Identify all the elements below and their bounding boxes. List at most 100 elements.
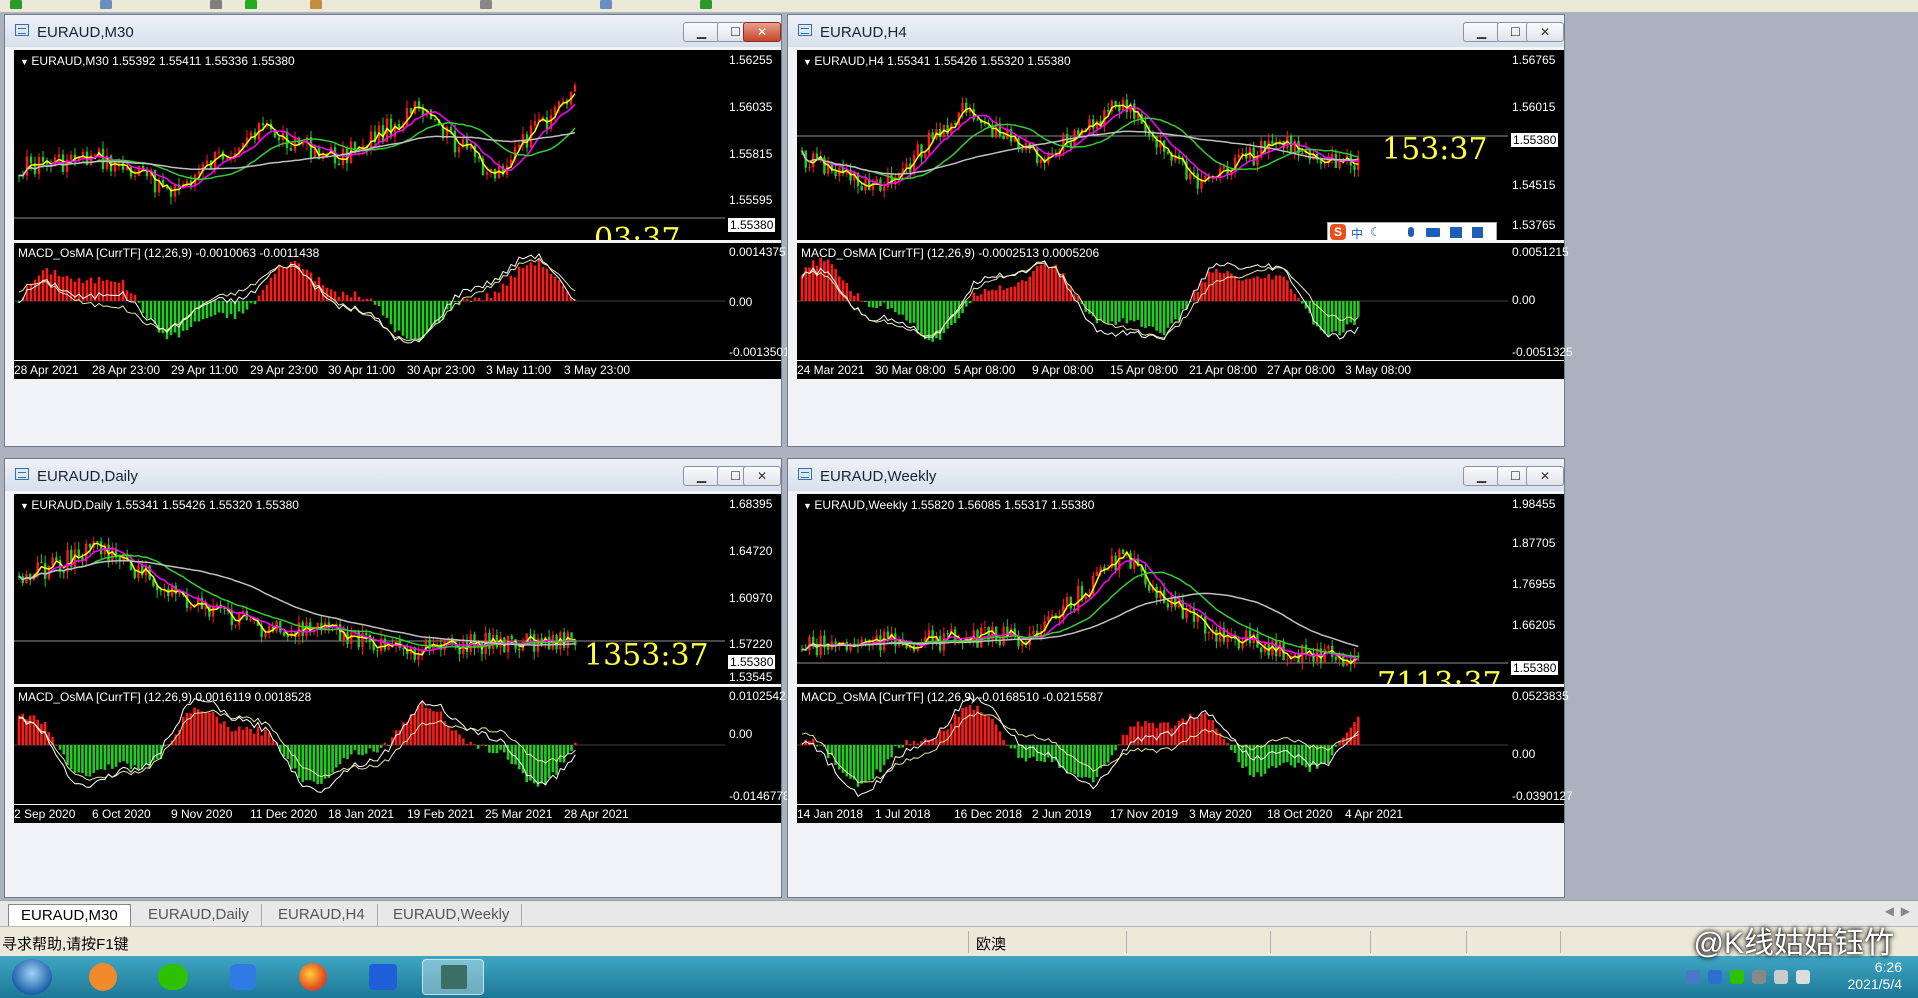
candle-body bbox=[826, 647, 830, 650]
macd-bar bbox=[1147, 722, 1151, 745]
minimize-button[interactable]: ▁ bbox=[1463, 22, 1500, 42]
close-button[interactable]: ✕ bbox=[743, 22, 781, 42]
start-button[interactable] bbox=[12, 959, 52, 995]
tray-signal-icon[interactable] bbox=[1796, 970, 1810, 984]
tray-wechat-icon[interactable] bbox=[1730, 970, 1744, 984]
price-chart[interactable]: EURAUD,Weekly 1.55820 1.56085 1.55317 1.… bbox=[797, 494, 1508, 684]
macd-bar bbox=[447, 726, 450, 745]
tab-euraud-weekly[interactable]: EURAUD,Weekly bbox=[381, 904, 523, 926]
close-button[interactable]: ✕ bbox=[743, 466, 781, 486]
macd-bar bbox=[998, 731, 1002, 745]
window-title-bar[interactable]: EURAUD,M30 ▁ ☐ ✕ bbox=[5, 15, 781, 47]
tray-shield-icon[interactable] bbox=[1708, 970, 1722, 984]
macd-bar bbox=[177, 301, 181, 338]
new-order-icon[interactable] bbox=[10, 0, 22, 9]
macd-bar bbox=[849, 290, 852, 301]
macd-bar bbox=[912, 301, 916, 323]
macd-bar bbox=[1319, 301, 1323, 331]
macd-bar bbox=[867, 745, 871, 781]
period-icon[interactable] bbox=[700, 0, 712, 9]
ime-moon-icon[interactable]: ☾ bbox=[1370, 225, 1381, 239]
ime-skin-icon[interactable] bbox=[1450, 227, 1462, 238]
ime-mic-icon[interactable] bbox=[1408, 227, 1414, 237]
chart-window-weekly[interactable]: EURAUD,Weekly ▁ ☐ ✕ EURAUD,Weekly 1.5582… bbox=[787, 458, 1573, 898]
line-icon[interactable] bbox=[600, 0, 612, 9]
taskbar-app-1[interactable] bbox=[72, 959, 134, 995]
macd-bar bbox=[200, 711, 204, 745]
macd-bar bbox=[346, 745, 349, 760]
macd-bar bbox=[540, 745, 543, 784]
macd-bar bbox=[1334, 745, 1338, 747]
add-icon[interactable] bbox=[245, 0, 257, 9]
macd-bar bbox=[219, 723, 222, 745]
macd-bar bbox=[536, 745, 540, 787]
tab-scroll-left-icon[interactable]: ◀ bbox=[1885, 904, 1894, 918]
minimize-button[interactable]: ▁ bbox=[683, 466, 720, 486]
chart-window-m30[interactable]: EURAUD,M30 ▁ ☐ ✕ EURAUD,M30 1.55392 1.55… bbox=[4, 14, 790, 447]
macd-chart[interactable]: MACD_OsMA [CurrTF] (12,26,9) -0.0002513 … bbox=[797, 243, 1508, 360]
macd-bar bbox=[987, 716, 990, 745]
candle-body bbox=[1084, 596, 1087, 599]
macd-bar bbox=[421, 301, 425, 338]
macd-chart[interactable]: MACD_OsMA [CurrTF] (12,26,9) -0.0168510 … bbox=[797, 687, 1508, 804]
candle-body bbox=[495, 634, 499, 648]
window-title-bar[interactable]: EURAUD,H4 ▁ ☐ ✕ bbox=[788, 15, 1564, 47]
candle-body bbox=[389, 118, 393, 137]
macd-bar bbox=[331, 745, 334, 773]
close-button[interactable]: ✕ bbox=[1526, 466, 1564, 486]
minimize-button[interactable]: ▁ bbox=[1463, 466, 1500, 486]
macd-bar bbox=[1151, 722, 1155, 745]
taskbar-metatrader[interactable] bbox=[422, 959, 484, 995]
macd-bar bbox=[77, 278, 81, 301]
window-title-bar[interactable]: EURAUD,Daily ▁ ☐ ✕ bbox=[5, 459, 781, 491]
candle-body bbox=[1308, 653, 1311, 655]
macd-bar bbox=[312, 745, 316, 782]
taskbar-clock[interactable]: 6:26 2021/5/4 bbox=[1848, 959, 1903, 993]
macd-bar bbox=[245, 301, 249, 310]
ime-grid-icon[interactable] bbox=[1472, 227, 1483, 238]
taskbar-app-3[interactable] bbox=[212, 959, 274, 995]
macd-label: 0.00 bbox=[1512, 747, 1536, 761]
tray-volume-icon[interactable] bbox=[1774, 970, 1788, 984]
ime-mode-label[interactable]: 中 bbox=[1351, 225, 1363, 240]
tool-icon[interactable] bbox=[310, 0, 322, 9]
time-label: 5 Apr 08:00 bbox=[954, 363, 1016, 377]
ime-keyboard-icon[interactable] bbox=[1426, 228, 1440, 237]
macd-label: -0.0390127 bbox=[1512, 789, 1573, 803]
tab-euraud-m30[interactable]: EURAUD,M30 bbox=[8, 904, 131, 926]
macd-bar bbox=[514, 745, 517, 765]
macd-chart[interactable]: MACD_OsMA [CurrTF] (12,26,9) 0.0016119 0… bbox=[14, 687, 725, 804]
tray-network-icon[interactable] bbox=[1752, 970, 1766, 984]
chart-window-h4[interactable]: EURAUD,H4 ▁ ☐ ✕ EURAUD,H4 1.55341 1.5542… bbox=[787, 14, 1573, 447]
close-button[interactable]: ✕ bbox=[1526, 22, 1564, 42]
macd-bar bbox=[908, 301, 912, 324]
zoom-icon[interactable] bbox=[210, 0, 222, 9]
macd-bar bbox=[58, 745, 62, 750]
chart-window-daily[interactable]: EURAUD,Daily ▁ ☐ ✕ EURAUD,Daily 1.55341 … bbox=[4, 458, 790, 898]
macd-bar bbox=[101, 280, 105, 301]
macd-bar bbox=[372, 745, 375, 752]
taskbar-app-5[interactable] bbox=[352, 959, 414, 995]
macd-bar bbox=[1095, 745, 1099, 777]
price-chart[interactable]: EURAUD,M30 1.55392 1.55411 1.55336 1.553… bbox=[14, 50, 725, 240]
macd-chart[interactable]: MACD_OsMA [CurrTF] (12,26,9) -0.0010063 … bbox=[14, 243, 725, 360]
tab-euraud-daily[interactable]: EURAUD,Daily bbox=[136, 904, 262, 926]
taskbar-firefox[interactable] bbox=[282, 959, 344, 995]
macd-bar bbox=[1020, 280, 1024, 301]
taskbar-wechat[interactable] bbox=[142, 959, 204, 995]
candle-body bbox=[301, 622, 304, 637]
macd-bar bbox=[381, 301, 385, 316]
candle-body bbox=[983, 626, 987, 628]
window-title-bar[interactable]: EURAUD,Weekly ▁ ☐ ✕ bbox=[788, 459, 1564, 491]
minimize-button[interactable]: ▁ bbox=[683, 22, 720, 42]
macd-bar bbox=[379, 745, 383, 748]
price-chart[interactable]: EURAUD,H4 1.55341 1.55426 1.55320 1.5538… bbox=[797, 50, 1508, 240]
open-icon[interactable] bbox=[100, 0, 112, 9]
price-chart[interactable]: EURAUD,Daily 1.55341 1.55426 1.55320 1.5… bbox=[14, 494, 725, 684]
tray-user-icon[interactable] bbox=[1686, 970, 1700, 984]
candle-body bbox=[562, 632, 566, 649]
ime-toolbar[interactable]: S 中 ☾ bbox=[1327, 222, 1497, 240]
tab-euraud-h4[interactable]: EURAUD,H4 bbox=[266, 904, 378, 926]
tab-scroll-right-icon[interactable]: ▶ bbox=[1901, 904, 1910, 918]
chart-icon[interactable] bbox=[480, 0, 492, 9]
